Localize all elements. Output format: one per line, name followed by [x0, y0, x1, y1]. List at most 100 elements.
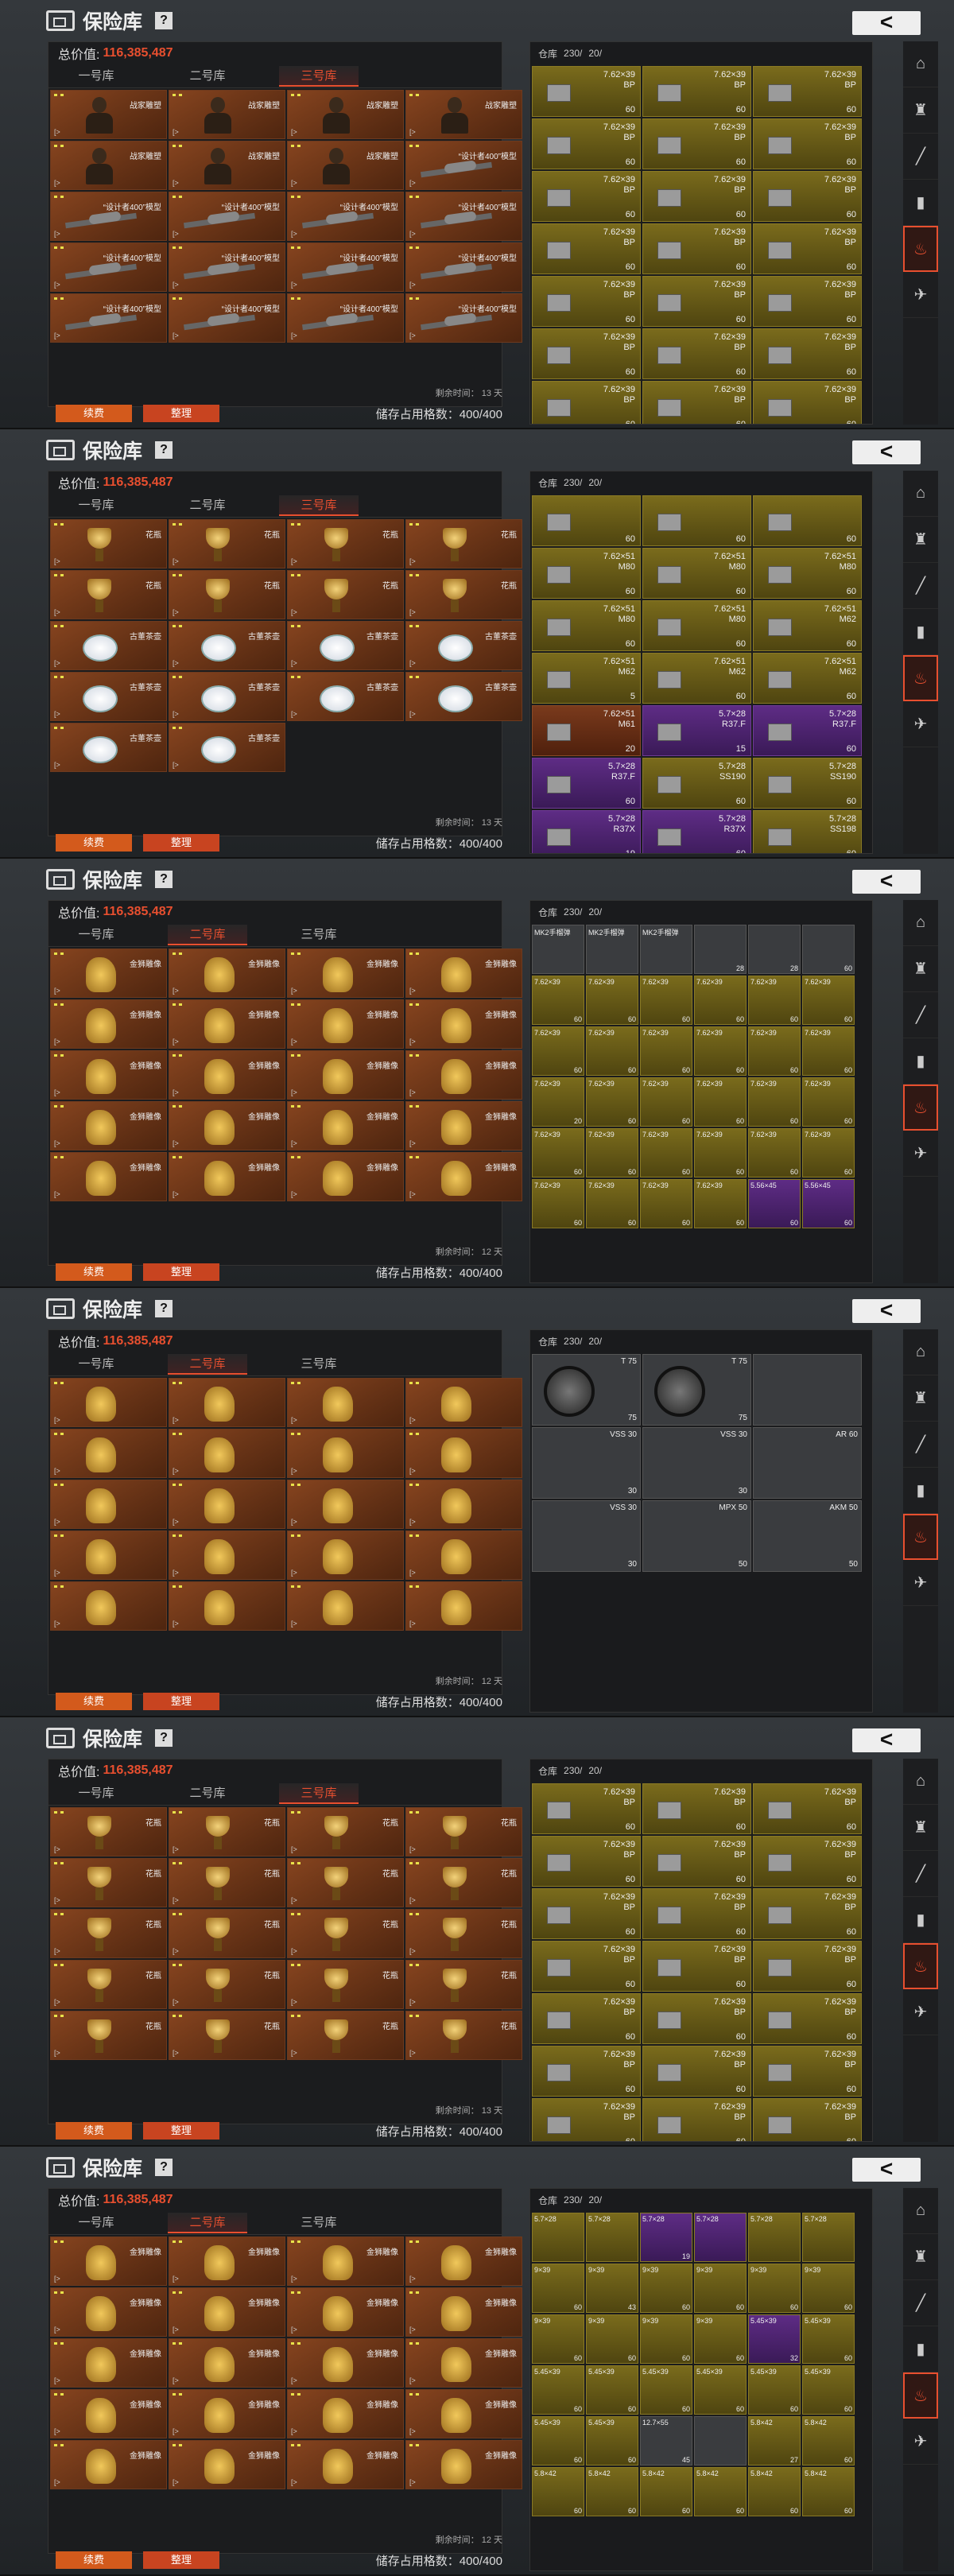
vault-item[interactable]: 花瓶 [> [169, 1909, 285, 1958]
ammo-cell[interactable]: 5.8×42 60 [532, 2467, 584, 2516]
ammo-cell[interactable]: 12.7×55 45 [640, 2416, 692, 2465]
vault-item[interactable]: 花瓶 [> [287, 1807, 404, 1856]
ammo-cell[interactable]: 5.45×39 32 [748, 2314, 801, 2364]
ammo-box[interactable]: 7.62×39 BP 60 [532, 171, 641, 222]
ammo-box[interactable]: 7.62×39 BP 60 [753, 1888, 862, 1939]
ammo-box[interactable]: 7.62×39 BP 60 [753, 171, 862, 222]
vault-item[interactable]: 古董茶壶 [> [405, 621, 522, 670]
sort-button[interactable]: 整理 [143, 1693, 219, 1710]
magazine-cell[interactable]: T 75 75 [532, 1354, 641, 1426]
vault-item[interactable]: 金狮雕像 [> [50, 2237, 167, 2286]
ammo-cell[interactable]: 7.62×39 20 [532, 1077, 584, 1127]
ammo-cell[interactable]: 7.62×39 60 [586, 1128, 638, 1177]
vault-item[interactable]: [> [405, 1581, 522, 1631]
ammo-box[interactable]: 7.62×39 BP 60 [532, 223, 641, 274]
rifle-icon[interactable]: ╱ [903, 992, 938, 1038]
vault-item[interactable]: 金狮雕像 [> [50, 2287, 167, 2337]
vault-item[interactable]: “设计者400”模型 [> [405, 242, 522, 292]
ammo-cell[interactable]: 9×39 60 [640, 2314, 692, 2364]
vault-item[interactable]: 金狮雕像 [> [405, 949, 522, 998]
vault-item[interactable]: 花瓶 [> [405, 519, 522, 568]
vault-item[interactable]: 金狮雕像 [> [287, 1050, 404, 1100]
ammo-cell[interactable]: 5.8×42 60 [802, 2467, 855, 2516]
help-button[interactable]: ? [155, 1729, 173, 1747]
ammo-cell[interactable]: 5.45×39 60 [586, 2416, 638, 2465]
vault-item[interactable]: 战家雕塑 [> [50, 90, 167, 139]
ammo-box[interactable]: 7.62×39 BP 60 [532, 118, 641, 169]
magazine-cell[interactable]: AKM 50 50 [753, 1500, 862, 1572]
ammo-box[interactable]: 7.62×39 BP 60 [753, 381, 862, 424]
vault-item[interactable]: 金狮雕像 [> [405, 2389, 522, 2438]
tab-2[interactable]: 二号库 [168, 924, 247, 945]
ammo-cell[interactable]: 5.8×42 60 [694, 2467, 747, 2516]
vault-item[interactable]: 花瓶 [> [169, 1960, 285, 2009]
vault-item[interactable]: 金狮雕像 [> [169, 2237, 285, 2286]
ammo-cell[interactable]: 7.62×39 60 [694, 1179, 747, 1228]
vault-item[interactable]: 古董茶壶 [> [287, 621, 404, 670]
ammo-cell[interactable]: 7.62×39 60 [694, 1128, 747, 1177]
ammo-box[interactable]: 7.62×51 M62 60 [753, 600, 862, 651]
ammo-cell[interactable]: 5.8×42 60 [640, 2467, 692, 2516]
ammo-cell[interactable]: 9×39 60 [748, 2264, 801, 2313]
vault-item[interactable]: [> [405, 1530, 522, 1580]
vault-item[interactable]: 金狮雕像 [> [287, 999, 404, 1049]
vault-item[interactable]: [> [169, 1530, 285, 1580]
ammo-cell[interactable]: 28 [748, 925, 801, 974]
vault-item[interactable]: [> [169, 1581, 285, 1631]
ammo-box[interactable]: 7.62×39 BP 60 [753, 276, 862, 327]
ammo-cell[interactable]: 7.62×39 60 [802, 1026, 855, 1076]
armor-icon[interactable]: ♜ [903, 946, 938, 992]
vault-item[interactable]: 战家雕塑 [> [169, 90, 285, 139]
ammo-cell[interactable]: 7.62×39 60 [532, 976, 584, 1025]
tab-2[interactable]: 二号库 [168, 495, 247, 516]
vault-item[interactable]: 花瓶 [> [405, 1858, 522, 1907]
ammo-cell[interactable]: 9×39 60 [532, 2314, 584, 2364]
vault-item[interactable]: 金狮雕像 [> [287, 2287, 404, 2337]
vault-item[interactable]: 花瓶 [> [169, 519, 285, 568]
ammo-box[interactable]: 7.62×39 BP 60 [753, 118, 862, 169]
help-button[interactable]: ? [155, 871, 173, 888]
help-button[interactable]: ? [155, 12, 173, 29]
renew-button[interactable]: 续费 [56, 834, 132, 852]
ammo-cell[interactable]: 7.62×39 60 [640, 1077, 692, 1127]
magazine-cell[interactable]: T 75 75 [642, 1354, 751, 1426]
renew-button[interactable]: 续费 [56, 2122, 132, 2140]
ammo-cell[interactable]: 5.56×45 60 [748, 1179, 801, 1228]
vault-item[interactable]: 花瓶 [> [405, 570, 522, 619]
vault-item[interactable]: [> [405, 1378, 522, 1427]
bird-icon[interactable]: ✈ [903, 1560, 938, 1606]
ammo-box[interactable]: 5.7×28 R37.F 15 [642, 705, 751, 756]
vault-item[interactable]: 金狮雕像 [> [405, 1152, 522, 1201]
ammo-cell[interactable]: 5.45×39 60 [748, 2365, 801, 2415]
vault-item[interactable]: 金狮雕像 [> [287, 1101, 404, 1150]
vault-item[interactable]: 金狮雕像 [> [405, 1101, 522, 1150]
ammo-box[interactable]: 5.7×28 R37X 19 [532, 810, 641, 853]
ammo-cell[interactable]: 7.62×39 60 [586, 1179, 638, 1228]
vault-item[interactable]: “设计者400”模型 [> [287, 293, 404, 343]
ammo-cell[interactable]: 9×39 60 [586, 2314, 638, 2364]
ammo-cell[interactable]: 7.62×39 60 [694, 1077, 747, 1127]
ammo-cell[interactable]: 5.45×39 60 [532, 2365, 584, 2415]
home-icon[interactable]: ⌂ [903, 471, 938, 517]
vault-item[interactable]: “设计者400”模型 [> [50, 192, 167, 241]
ammo-cell[interactable]: 9×39 60 [802, 2264, 855, 2313]
vault-item[interactable]: 金狮雕像 [> [287, 949, 404, 998]
ammo-box[interactable]: 7.62×39 BP 60 [642, 118, 751, 169]
vault-item[interactable]: 金狮雕像 [> [169, 1152, 285, 1201]
magazine-cell[interactable] [753, 1354, 862, 1426]
fire-icon[interactable]: ♨ [903, 1084, 938, 1131]
vault-item[interactable]: “设计者400”模型 [> [287, 192, 404, 241]
vault-item[interactable]: 金狮雕像 [> [169, 2389, 285, 2438]
ammo-cell[interactable]: 5.45×39 60 [694, 2365, 747, 2415]
vault-item[interactable]: 战家雕塑 [> [50, 141, 167, 190]
vault-item[interactable]: 战家雕塑 [> [169, 141, 285, 190]
tab-2[interactable]: 二号库 [168, 1353, 247, 1375]
ammo-box[interactable]: 7.62×39 BP 60 [642, 1993, 751, 2044]
vault-item[interactable]: “设计者400”模型 [> [169, 192, 285, 241]
vault-item[interactable]: 花瓶 [> [287, 2011, 404, 2060]
vault-item[interactable]: 花瓶 [> [50, 519, 167, 568]
rifle-icon[interactable]: ╱ [903, 563, 938, 609]
ammo-cell[interactable]: 7.62×39 60 [748, 1026, 801, 1076]
ammo-cell[interactable]: 7.62×39 60 [640, 1026, 692, 1076]
vault-item[interactable]: [> [50, 1378, 167, 1427]
